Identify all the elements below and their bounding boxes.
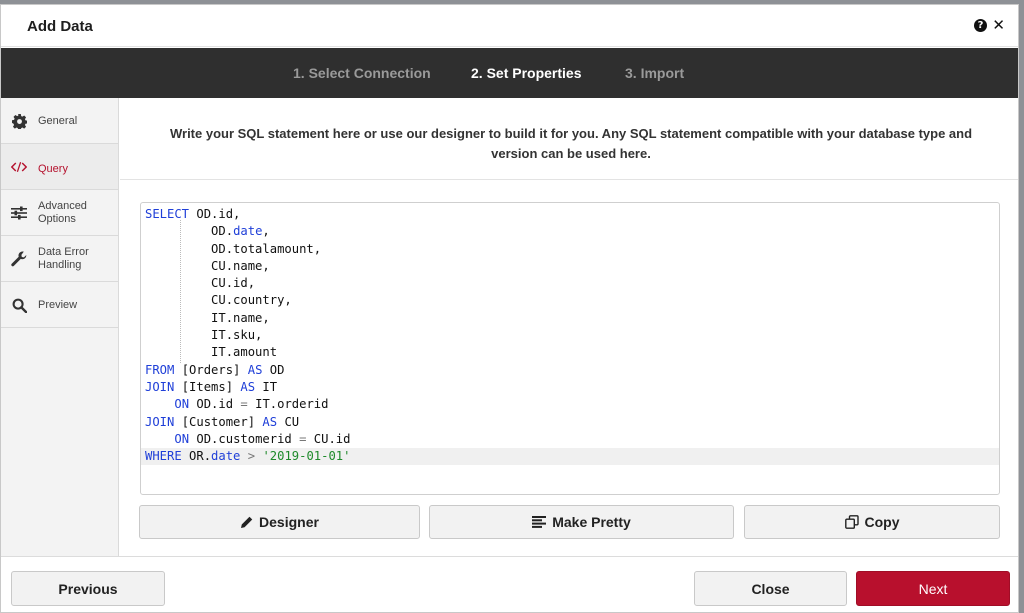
sql-line[interactable]: IT.amount	[141, 344, 999, 361]
make-pretty-button-label: Make Pretty	[552, 514, 631, 530]
copy-button-label: Copy	[864, 514, 900, 530]
sql-line[interactable]: CU.id,	[141, 275, 999, 292]
sql-line[interactable]: WHERE OR.date > '2019-01-01'	[141, 448, 999, 466]
sql-code[interactable]: SELECT OD.id, OD.date, OD.totalamount, C…	[141, 206, 999, 466]
pencil-icon	[241, 516, 253, 528]
sql-line[interactable]: OD.date,	[141, 223, 999, 240]
sidebar-item-label-line: Options	[38, 213, 76, 225]
code-icon	[11, 159, 27, 175]
sliders-icon	[11, 205, 27, 221]
designer-button-label: Designer	[259, 514, 319, 530]
previous-button[interactable]: Previous	[11, 571, 165, 606]
sql-line[interactable]: CU.country,	[141, 292, 999, 309]
sql-line[interactable]: JOIN [Customer] AS CU	[141, 414, 999, 431]
sidebar-item-preview[interactable]: Preview	[1, 282, 118, 328]
close-button[interactable]: Close	[694, 571, 847, 606]
sql-line[interactable]: OD.totalamount,	[141, 241, 999, 258]
sidebar-item-query[interactable]: Query	[1, 144, 118, 190]
sql-line[interactable]: SELECT OD.id,	[141, 206, 999, 223]
sidebar-item-data-error-handling[interactable]: Data Error Handling	[1, 236, 118, 282]
instructions-text: Write your SQL statement here or use our…	[169, 126, 973, 161]
next-button[interactable]: Next	[856, 571, 1010, 606]
sql-line[interactable]: ON OD.id = IT.orderid	[141, 396, 999, 413]
sql-line[interactable]: IT.name,	[141, 310, 999, 327]
gear-icon	[11, 113, 27, 129]
sql-line[interactable]: CU.name,	[141, 258, 999, 275]
sidebar-item-general[interactable]: General	[1, 98, 118, 144]
properties-sidebar: General Query Advanced Options Data Erro…	[1, 98, 119, 556]
help-icon[interactable]: ?	[974, 19, 987, 32]
step-import[interactable]: 3. Import	[625, 65, 684, 81]
sidebar-item-label: General	[38, 115, 78, 127]
dialog-titlebar: Add Data ? ✕	[1, 5, 1018, 47]
dialog-title: Add Data	[27, 18, 93, 35]
step-select-connection[interactable]: 1. Select Connection	[293, 65, 431, 81]
sql-editor[interactable]: SELECT OD.id, OD.date, OD.totalamount, C…	[140, 202, 1000, 495]
search-icon	[11, 297, 27, 313]
instructions-banner: Write your SQL statement here or use our…	[120, 98, 1018, 180]
sidebar-item-advanced-options[interactable]: Advanced Options	[1, 190, 118, 236]
sql-line[interactable]: ON OD.customerid = CU.id	[141, 431, 999, 448]
wizard-steps: 1. Select Connection 2. Set Properties 3…	[1, 48, 1018, 98]
sidebar-item-label: Data Error Handling	[38, 246, 89, 272]
sql-line[interactable]: FROM [Orders] AS OD	[141, 362, 999, 379]
close-icon[interactable]: ✕	[992, 17, 1005, 33]
sidebar-item-label-line: Advanced	[38, 200, 87, 212]
sql-line[interactable]: JOIN [Items] AS IT	[141, 379, 999, 396]
step-set-properties[interactable]: 2. Set Properties	[471, 65, 582, 81]
wrench-icon	[11, 251, 27, 267]
make-pretty-button[interactable]: Make Pretty	[429, 505, 734, 539]
add-data-dialog: Add Data ? ✕ 1. Select Connection 2. Set…	[0, 4, 1019, 613]
copy-icon	[844, 515, 859, 529]
query-panel: Write your SQL statement here or use our…	[120, 98, 1018, 556]
sidebar-item-label: Advanced Options	[38, 200, 87, 226]
sidebar-item-label: Preview	[38, 299, 78, 311]
copy-button[interactable]: Copy	[744, 505, 1000, 539]
sidebar-item-label-line: Data Error	[38, 246, 89, 258]
sql-line[interactable]: IT.sku,	[141, 327, 999, 344]
designer-button[interactable]: Designer	[139, 505, 420, 539]
align-left-icon	[532, 516, 547, 528]
dialog-footer: Previous Close Next	[1, 556, 1018, 612]
sidebar-item-label-line: Handling	[38, 259, 82, 271]
sidebar-item-label: Query	[38, 163, 68, 175]
